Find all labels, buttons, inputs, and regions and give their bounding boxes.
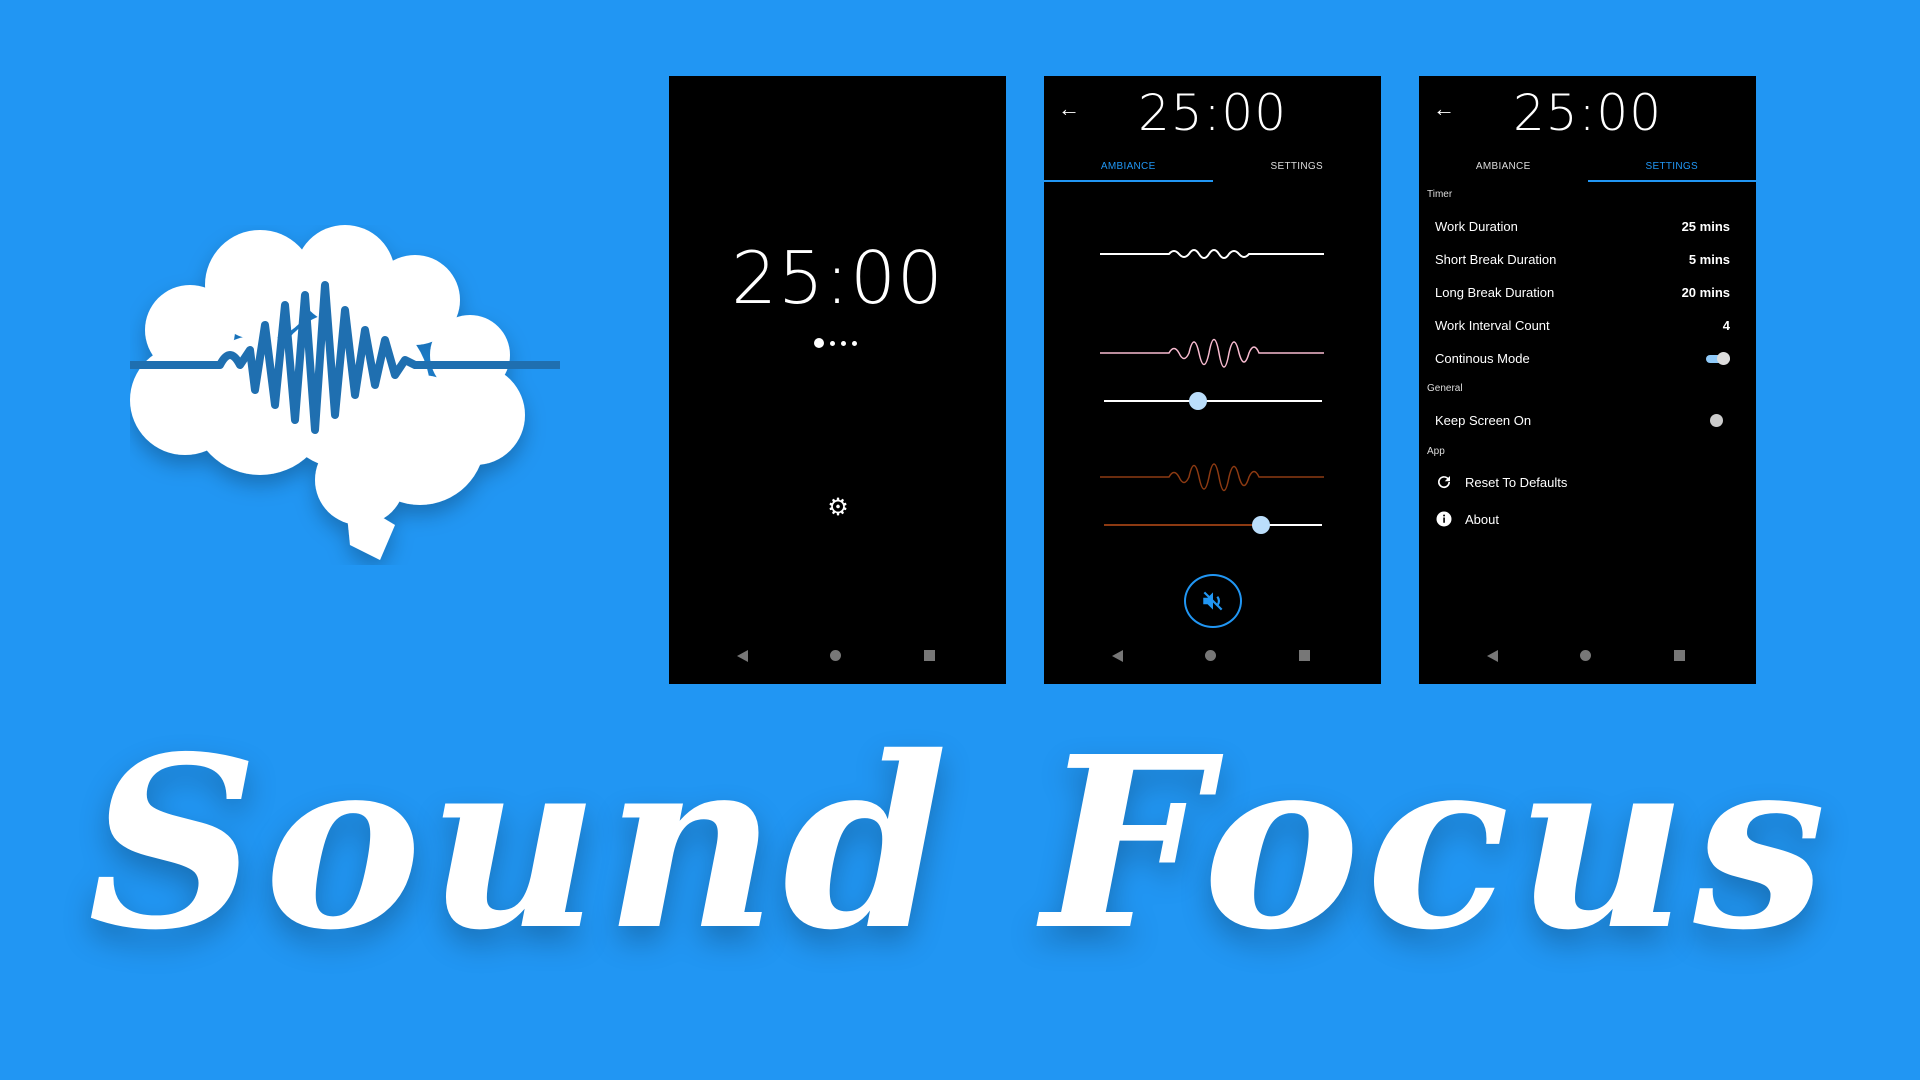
timer-display: 25:00 bbox=[731, 236, 944, 320]
tab-bar: AMBIANCE SETTINGS bbox=[1419, 152, 1756, 182]
interval-dot bbox=[852, 340, 857, 346]
reset-defaults-item[interactable]: Reset To Defaults bbox=[1435, 473, 1567, 491]
section-header-general: General bbox=[1427, 383, 1463, 394]
nav-back-button[interactable] bbox=[1487, 650, 1498, 662]
setting-work-duration[interactable]: Work Duration 25 mins bbox=[1435, 215, 1730, 237]
tab-ambiance[interactable]: AMBIANCE bbox=[1419, 152, 1588, 182]
settings-screen: ← 25:00 AMBIANCE SETTINGS Timer Work Dur… bbox=[1419, 76, 1756, 684]
setting-value: 5 mins bbox=[1688, 251, 1730, 267]
nav-recents-button[interactable] bbox=[924, 650, 935, 661]
ambiance-screen: ← 25:00 AMBIANCE SETTINGS bbox=[1044, 76, 1381, 684]
nav-back-button[interactable] bbox=[1112, 650, 1123, 662]
volume-off-icon bbox=[1203, 591, 1223, 611]
nav-recents-button[interactable] bbox=[1674, 650, 1685, 661]
sound-wave-2 bbox=[1100, 338, 1324, 368]
setting-keep-screen-on[interactable]: Keep Screen On bbox=[1435, 409, 1730, 431]
setting-long-break[interactable]: Long Break Duration 20 mins bbox=[1435, 281, 1730, 303]
sound-wave-3 bbox=[1100, 463, 1324, 492]
setting-short-break[interactable]: Short Break Duration 5 mins bbox=[1435, 248, 1730, 270]
mute-button[interactable] bbox=[1184, 574, 1242, 628]
volume-slider-thumb-2 bbox=[1189, 392, 1207, 410]
interval-dot bbox=[841, 340, 846, 346]
header-timer: 25:00 bbox=[1512, 84, 1663, 142]
setting-label: Long Break Duration bbox=[1435, 284, 1555, 300]
refresh-icon bbox=[1435, 473, 1453, 491]
volume-slider-thumb-3 bbox=[1252, 516, 1270, 534]
about-item[interactable]: About bbox=[1435, 510, 1499, 528]
continuous-mode-toggle[interactable] bbox=[1706, 352, 1730, 365]
brain-logo bbox=[130, 225, 560, 560]
nav-home-button[interactable] bbox=[1580, 650, 1591, 661]
setting-value: 4 bbox=[1722, 317, 1730, 333]
nav-bar bbox=[1419, 638, 1756, 684]
interval-dot-active bbox=[814, 338, 824, 348]
setting-label: Keep Screen On bbox=[1435, 412, 1532, 428]
keep-screen-on-toggle[interactable] bbox=[1706, 414, 1730, 427]
reset-defaults-label: Reset To Defaults bbox=[1465, 474, 1568, 490]
setting-continuous-mode[interactable]: Continous Mode bbox=[1435, 347, 1730, 369]
setting-value: 20 mins bbox=[1681, 284, 1730, 300]
tab-settings[interactable]: SETTINGS bbox=[1587, 152, 1757, 182]
sound-wave-1 bbox=[1100, 249, 1324, 259]
setting-label: Work Interval Count bbox=[1435, 317, 1550, 333]
interval-dots bbox=[814, 338, 857, 348]
section-header-timer: Timer bbox=[1427, 189, 1453, 200]
nav-back-button[interactable] bbox=[737, 650, 748, 662]
setting-label: Work Duration bbox=[1435, 218, 1518, 234]
nav-bar bbox=[669, 638, 1006, 684]
info-icon bbox=[1435, 510, 1453, 528]
timer-screen: 25:00 ⚙ bbox=[669, 76, 1006, 684]
setting-label: Continous Mode bbox=[1435, 350, 1530, 366]
gear-icon[interactable]: ⚙ bbox=[826, 496, 850, 520]
nav-home-button[interactable] bbox=[1205, 650, 1216, 661]
setting-interval-count[interactable]: Work Interval Count 4 bbox=[1435, 314, 1730, 336]
app-title: Sound Focus bbox=[87, 704, 1833, 982]
nav-home-button[interactable] bbox=[830, 650, 841, 661]
interval-dot bbox=[830, 340, 835, 346]
setting-value: 25 mins bbox=[1681, 218, 1730, 234]
setting-label: Short Break Duration bbox=[1435, 251, 1557, 267]
section-header-app: App bbox=[1427, 446, 1445, 457]
nav-bar bbox=[1044, 638, 1381, 684]
nav-recents-button[interactable] bbox=[1299, 650, 1310, 661]
about-label: About bbox=[1465, 511, 1499, 527]
